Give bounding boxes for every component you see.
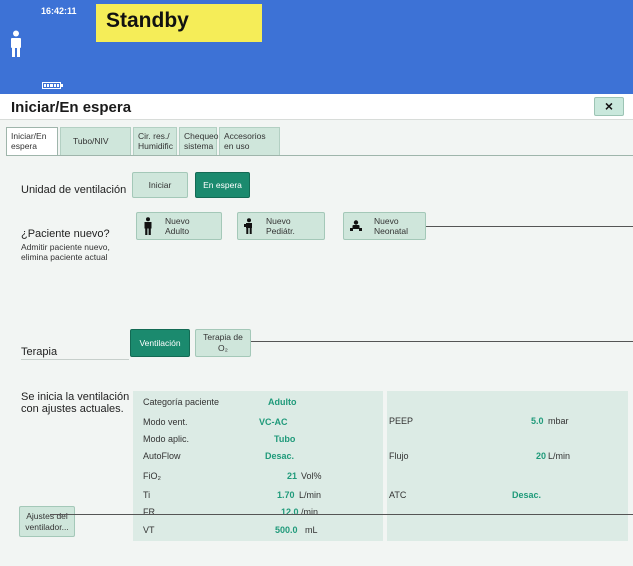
tab-circuit-humidifier[interactable]: Cir. res./ Humidific — [133, 127, 177, 155]
tab-label: sistema — [184, 141, 214, 151]
button-label: O₂ — [218, 343, 228, 353]
tab-accessories[interactable]: Accesorios en uso — [219, 127, 280, 155]
setting-value: Desac. — [265, 451, 295, 461]
ventilation-button[interactable]: Ventilación — [130, 329, 190, 357]
ventilation-unit-label: Unidad de ventilación — [21, 184, 127, 196]
button-label: Nuevo — [374, 216, 399, 226]
setting-value: 21 — [287, 471, 298, 481]
tab-tube-niv[interactable]: Tubo/NIV — [60, 127, 131, 155]
note-line: Se inicia la ventilación — [21, 391, 130, 403]
dialog-title: Iniciar/En espera — [11, 99, 132, 116]
new-patient-label: ¿Paciente nuevo? — [21, 228, 110, 240]
callout-line — [50, 514, 633, 515]
new-adult-button[interactable]: Nuevo Adulto — [136, 212, 222, 240]
setting-name: VT — [143, 525, 155, 535]
button-label: Nuevo — [165, 216, 190, 226]
button-label: Neonatal — [374, 226, 409, 236]
tab-bar: Iniciar/En espera Tubo/NIV Cir. res./ Hu… — [6, 127, 280, 155]
settings-note: Se inicia la ventilación con ajustes act… — [21, 391, 129, 415]
o2-therapy-button[interactable]: Terapia de O₂ — [195, 329, 251, 357]
setting-name: FiO₂ — [143, 471, 161, 481]
new-pediatric-button[interactable]: Nuevo Pediátr. — [237, 212, 325, 240]
setting-value: VC-AC — [259, 417, 288, 427]
tab-label: Cir. res./ — [138, 131, 170, 141]
baby-icon — [350, 220, 362, 231]
setting-name: PEEP — [389, 416, 414, 426]
setting-value: 500.0 — [275, 525, 298, 535]
standby-banner: Standby — [96, 4, 262, 42]
button-label: ventilador... — [25, 522, 69, 532]
standby-button[interactable]: En espera — [195, 172, 250, 198]
callout-line — [251, 341, 633, 342]
mode-label: Standby — [106, 9, 189, 32]
button-label: Adulto — [165, 226, 190, 236]
tab-label: espera — [11, 141, 37, 151]
setting-value: Adulto — [268, 397, 297, 407]
note-line: Admitir paciente nuevo, — [21, 242, 110, 252]
tab-label: Iniciar/En — [11, 131, 47, 141]
therapy-label: Terapia — [21, 346, 58, 358]
tab-system-check[interactable]: Chequeo sistema — [179, 127, 219, 155]
adult-icon — [144, 217, 152, 235]
setting-value: Desac. — [512, 490, 542, 500]
callout-line — [426, 226, 633, 227]
setting-unit: L/min — [548, 451, 571, 461]
clock: 16:42:11 — [41, 6, 77, 16]
status-bar: 16:42:11 Standby — [0, 0, 633, 94]
setting-name: Modo vent. — [143, 417, 188, 427]
person-icon — [9, 30, 23, 63]
tab-label: Tubo/NIV — [73, 136, 109, 146]
setting-value: 5.0 — [531, 416, 544, 426]
setting-value: Tubo — [274, 434, 296, 444]
setting-value: 12.0 — [281, 507, 299, 517]
setting-name: Ti — [143, 490, 151, 500]
tab-label: Accesorios — [224, 131, 266, 141]
close-button[interactable]: × — [594, 97, 624, 116]
tab-label: Humidific — [138, 141, 173, 151]
setting-name: Categoría paciente — [143, 397, 220, 407]
dialog-title-bar: Iniciar/En espera × — [0, 94, 633, 120]
battery-icon — [42, 82, 63, 89]
button-label: Pediátr. — [266, 226, 295, 236]
setting-unit: Vol% — [301, 471, 322, 481]
ventilator-settings-button[interactable]: Ajustes del ventilador... — [19, 506, 75, 537]
button-label: Terapia de — [203, 332, 243, 342]
setting-unit: L/min — [299, 490, 322, 500]
button-label: Nuevo — [266, 216, 291, 226]
note-line: elimina paciente actual — [21, 252, 108, 262]
button-label: Ajustes del — [26, 511, 68, 521]
tab-divider — [6, 155, 633, 156]
setting-name: Flujo — [389, 451, 409, 461]
setting-value: 1.70 — [277, 490, 295, 500]
setting-name: AutoFlow — [143, 451, 181, 461]
settings-panel-left — [133, 391, 383, 541]
note-line: con ajustes actuales. — [21, 403, 124, 415]
new-neonatal-button[interactable]: Nuevo Neonatal — [343, 212, 426, 240]
new-patient-note: Admitir paciente nuevo, elimina paciente… — [21, 242, 110, 262]
child-icon — [244, 218, 252, 234]
tab-start-standby[interactable]: Iniciar/En espera — [6, 127, 58, 155]
settings-panel-right — [387, 391, 628, 541]
setting-name: FR — [143, 507, 155, 517]
setting-name: ATC — [389, 490, 407, 500]
setting-unit: mbar — [548, 416, 569, 426]
tab-label: Chequeo — [184, 131, 219, 141]
setting-unit: /min — [301, 507, 319, 517]
setting-name: Modo aplic. — [143, 434, 190, 444]
start-button[interactable]: Iniciar — [132, 172, 188, 198]
tab-label: en uso — [224, 141, 250, 151]
setting-unit: mL — [305, 525, 318, 535]
therapy-underline — [21, 359, 129, 360]
setting-value: 20 — [536, 451, 547, 461]
